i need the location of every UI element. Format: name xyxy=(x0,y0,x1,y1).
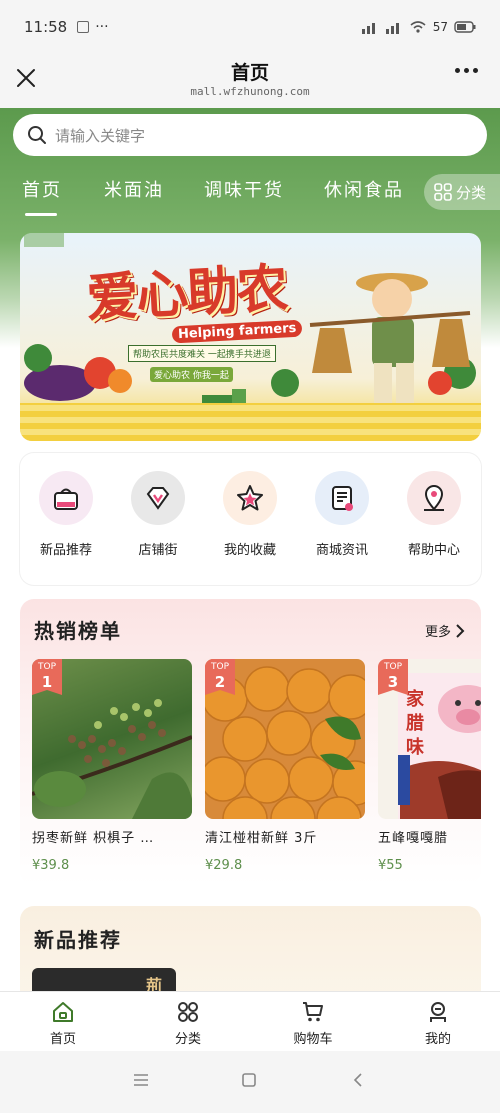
product-card[interactable]: TOP 2 清江椪柑新鲜 3斤 ¥29.8 xyxy=(205,659,365,873)
search-input[interactable]: 请输入关键字 xyxy=(13,114,487,156)
tab-bar-label: 购物车 xyxy=(293,1032,333,1047)
more-menu-button[interactable] xyxy=(455,68,478,73)
active-tab-indicator xyxy=(25,213,57,216)
tab-bar-cart[interactable]: 购物车 xyxy=(273,1000,353,1047)
system-nav-bar xyxy=(0,1051,500,1113)
svg-text:腊: 腊 xyxy=(406,713,424,734)
home-icon xyxy=(53,1002,73,1022)
banner-tagline: 帮助农民共度难关 一起携手共进退 xyxy=(128,345,276,362)
location-icon xyxy=(407,471,461,525)
status-left-icons: ··· xyxy=(77,19,109,35)
grid-icon xyxy=(178,1002,198,1022)
search-icon xyxy=(28,126,46,144)
tab-seasoning-dried[interactable]: 调味干货 xyxy=(204,176,284,202)
rank-badge: TOP 2 xyxy=(205,659,235,695)
svg-text:家: 家 xyxy=(406,688,425,710)
notification-icon xyxy=(77,21,90,33)
wifi-icon xyxy=(410,21,426,33)
product-image: 家 腊 味 TOP 3 xyxy=(378,659,481,819)
product-name: 清江椪柑新鲜 3斤 xyxy=(205,831,318,846)
product-name: 拐枣新鲜 枳椇子 … xyxy=(32,831,155,846)
promo-banner[interactable]: 爱心助农 Helping farmers 帮助农民共度难关 一起携手共进退 爱心… xyxy=(20,233,481,441)
tab-bar-category[interactable]: 分类 xyxy=(148,1000,228,1047)
tab-bar-home[interactable]: 首页 xyxy=(23,1000,103,1047)
page-title: 首页 xyxy=(230,62,269,84)
tab-bar-label: 首页 xyxy=(49,1032,76,1047)
category-button[interactable]: 分类 xyxy=(424,174,500,210)
category-button-label: 分类 xyxy=(456,183,487,202)
banner-stripes xyxy=(20,403,481,441)
quick-menu-new-products[interactable]: 新品推荐 xyxy=(26,471,106,558)
bottom-tab-bar: 首页 分类 购物车 我的 xyxy=(0,991,500,1051)
status-right-icons: 57 xyxy=(361,20,476,34)
quick-menu-label: 店铺街 xyxy=(138,543,178,558)
quick-menu-shop-street[interactable]: 店铺街 xyxy=(118,471,198,558)
diamond-icon xyxy=(131,471,185,525)
browser-title-bar: 首页 mall.wfzhunong.com xyxy=(0,54,500,108)
bag-icon xyxy=(39,471,93,525)
svg-text:味: 味 xyxy=(406,737,424,758)
quick-menu-news[interactable]: 商城资讯 xyxy=(302,471,382,558)
quick-menu-label: 帮助中心 xyxy=(407,543,460,558)
tab-bar-mine[interactable]: 我的 xyxy=(398,1000,478,1047)
tab-snacks[interactable]: 休闲食品 xyxy=(324,176,404,202)
search-placeholder: 请输入关键字 xyxy=(55,126,146,145)
quick-menu-label: 我的收藏 xyxy=(223,543,276,558)
product-card[interactable]: TOP 1 拐枣新鲜 枳椇子 … ¥39.8 xyxy=(32,659,192,873)
battery-level: 57 xyxy=(432,20,448,34)
signal-icon-2 xyxy=(385,23,399,34)
status-bar: 11:58 ··· 57 xyxy=(0,0,500,54)
chevron-right-icon xyxy=(456,623,465,638)
banner-title: 爱心助农 xyxy=(84,257,288,330)
page-url: mall.wfzhunong.com xyxy=(190,85,310,98)
cart-icon xyxy=(303,1002,323,1022)
product-image: TOP 2 xyxy=(205,659,365,819)
back-icon[interactable] xyxy=(353,1073,363,1087)
product-image: TOP 1 xyxy=(32,659,192,819)
quick-menu-label: 新品推荐 xyxy=(39,543,92,558)
new-products-title: 新品推荐 xyxy=(34,928,122,952)
hot-list-section: 热销榜单 更多 TOP 1 拐枣新鲜 枳椇子 … ¥39.8 TOP 2 清江椪… xyxy=(20,599,481,885)
quick-menu-label: 商城资讯 xyxy=(315,543,368,558)
menu-icon[interactable] xyxy=(133,1073,149,1087)
more-label: 更多 xyxy=(424,625,451,640)
star-icon xyxy=(223,471,277,525)
product-price: ¥55 xyxy=(378,858,403,873)
banner-tagline-2: 爱心助农 你我一起 xyxy=(150,367,233,382)
quick-menu: 新品推荐 店铺街 我的收藏 商城资讯 帮助中心 xyxy=(20,453,481,585)
document-icon xyxy=(315,471,369,525)
user-icon xyxy=(430,1002,446,1022)
battery-icon xyxy=(454,21,476,33)
product-price: ¥39.8 xyxy=(32,858,70,873)
product-card[interactable]: 家 腊 味 TOP 3 五峰嘎嘎腊 ¥55 xyxy=(378,659,481,873)
signal-icon xyxy=(361,23,375,34)
status-time: 11:58 xyxy=(24,18,68,36)
tab-bar-label: 分类 xyxy=(174,1032,201,1047)
hot-list-title: 热销榜单 xyxy=(34,619,122,643)
tab-home[interactable]: 首页 xyxy=(22,176,62,202)
tab-bar-label: 我的 xyxy=(424,1032,451,1047)
grid-icon xyxy=(434,183,452,201)
home-square-icon[interactable] xyxy=(242,1073,256,1087)
rank-badge: TOP 3 xyxy=(378,659,408,695)
product-name: 五峰嘎嘎腊 xyxy=(378,831,449,846)
tab-rice-flour-oil[interactable]: 米面油 xyxy=(104,176,164,202)
hot-list-more-link[interactable]: 更多 xyxy=(425,621,465,640)
rank-badge: TOP 1 xyxy=(32,659,62,695)
quick-menu-favorites[interactable]: 我的收藏 xyxy=(210,471,290,558)
product-price: ¥29.8 xyxy=(205,858,243,873)
status-more: ··· xyxy=(95,19,109,35)
quick-menu-help-center[interactable]: 帮助中心 xyxy=(394,471,474,558)
